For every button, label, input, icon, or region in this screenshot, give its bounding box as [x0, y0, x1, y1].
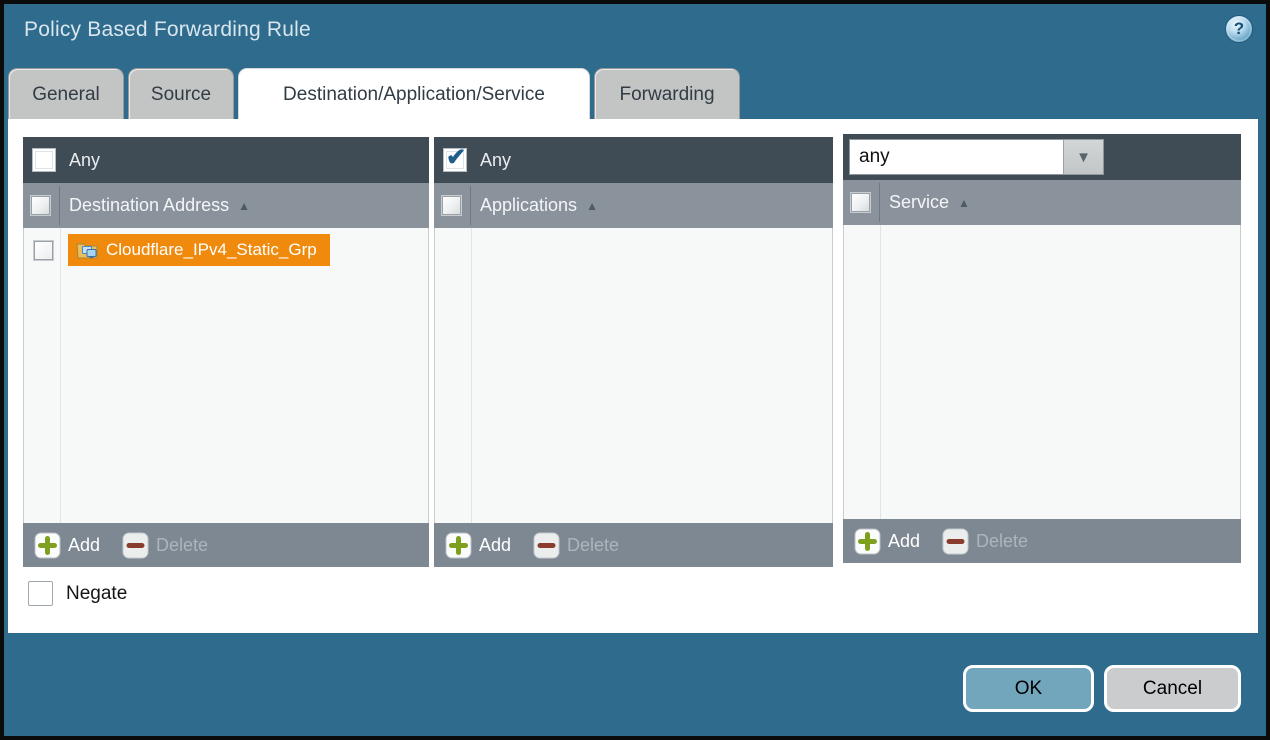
- applications-header-label: Applications: [480, 195, 577, 216]
- destination-any-label: Any: [69, 150, 100, 171]
- applications-any-bar: ✔ Any: [434, 137, 833, 183]
- applications-list: [434, 228, 833, 523]
- tab-general[interactable]: General: [8, 68, 124, 119]
- delete-icon: [122, 532, 149, 559]
- tab-forwarding[interactable]: Forwarding: [594, 68, 740, 119]
- pbf-rule-dialog: Policy Based Forwarding Rule ? General S…: [0, 0, 1270, 740]
- delete-button-label: Delete: [976, 531, 1028, 552]
- address-item[interactable]: Cloudflare_IPv4_Static_Grp: [68, 234, 330, 266]
- address-item-label: Cloudflare_IPv4_Static_Grp: [106, 240, 317, 260]
- tab-destination-application-service[interactable]: Destination/Application/Service: [238, 68, 590, 119]
- applications-column: ✔ Any Applications ▲ Add: [434, 137, 833, 567]
- delete-button-label: Delete: [567, 535, 619, 556]
- service-dropdown-value: any: [850, 140, 1063, 174]
- service-column: any ▼ Service ▲: [843, 134, 1241, 563]
- tab-bar: General Source Destination/Application/S…: [8, 68, 740, 119]
- destination-list: Cloudflare_IPv4_Static_Grp: [23, 228, 429, 523]
- chevron-down-icon: ▼: [1076, 149, 1091, 166]
- destination-any-checkbox[interactable]: ✔: [32, 148, 56, 172]
- delete-icon: [533, 532, 560, 559]
- sort-asc-icon[interactable]: ▲: [958, 196, 970, 210]
- add-button-label: Add: [888, 531, 920, 552]
- check-icon: ✔: [446, 143, 466, 172]
- tab-content-panel: ✔ Any Destination Address ▲: [8, 119, 1258, 633]
- add-button-label: Add: [68, 535, 100, 556]
- delete-button-label: Delete: [156, 535, 208, 556]
- service-dropdown-button[interactable]: ▼: [1063, 140, 1103, 174]
- destination-add-button[interactable]: Add: [34, 532, 100, 559]
- cancel-button[interactable]: Cancel: [1104, 665, 1241, 712]
- dialog-title: Policy Based Forwarding Rule: [24, 18, 311, 42]
- tab-source[interactable]: Source: [128, 68, 234, 119]
- destination-select-all-checkbox[interactable]: [31, 196, 50, 215]
- add-button-label: Add: [479, 535, 511, 556]
- service-column-header[interactable]: Service ▲: [843, 180, 1241, 225]
- applications-column-header[interactable]: Applications ▲: [434, 183, 833, 228]
- service-dropdown[interactable]: any ▼: [849, 139, 1104, 175]
- help-icon[interactable]: ?: [1225, 15, 1253, 43]
- applications-any-checkbox[interactable]: ✔: [443, 148, 467, 172]
- add-icon: [854, 528, 881, 555]
- applications-footer: Add Delete: [434, 523, 833, 567]
- sort-asc-icon[interactable]: ▲: [586, 199, 598, 213]
- help-glyph: ?: [1234, 19, 1244, 39]
- service-delete-button[interactable]: Delete: [942, 528, 1028, 555]
- ok-button[interactable]: OK: [963, 665, 1094, 712]
- service-header-label: Service: [889, 192, 949, 213]
- service-list: [843, 225, 1241, 519]
- service-select-all-checkbox[interactable]: [851, 193, 870, 212]
- service-add-button[interactable]: Add: [854, 528, 920, 555]
- applications-any-label: Any: [480, 150, 511, 171]
- destination-header-label: Destination Address: [69, 195, 229, 216]
- destination-delete-button[interactable]: Delete: [122, 532, 208, 559]
- address-group-icon: [76, 241, 98, 259]
- destination-address-column-header[interactable]: Destination Address ▲: [23, 183, 429, 228]
- applications-select-all-checkbox[interactable]: [442, 196, 461, 215]
- negate-row: Negate: [28, 581, 127, 606]
- negate-label: Negate: [66, 583, 127, 605]
- add-icon: [34, 532, 61, 559]
- applications-add-button[interactable]: Add: [445, 532, 511, 559]
- negate-checkbox[interactable]: [28, 581, 53, 606]
- destination-footer: Add Delete: [23, 523, 429, 567]
- applications-delete-button[interactable]: Delete: [533, 532, 619, 559]
- destination-any-bar: ✔ Any: [23, 137, 429, 183]
- address-item-checkbox[interactable]: [34, 241, 53, 260]
- service-footer: Add Delete: [843, 519, 1241, 563]
- add-icon: [445, 532, 472, 559]
- address-item-row: Cloudflare_IPv4_Static_Grp: [24, 233, 428, 267]
- delete-icon: [942, 528, 969, 555]
- service-selector-bar: any ▼: [843, 134, 1241, 180]
- sort-asc-icon[interactable]: ▲: [238, 199, 250, 213]
- destination-column: ✔ Any Destination Address ▲: [23, 137, 429, 567]
